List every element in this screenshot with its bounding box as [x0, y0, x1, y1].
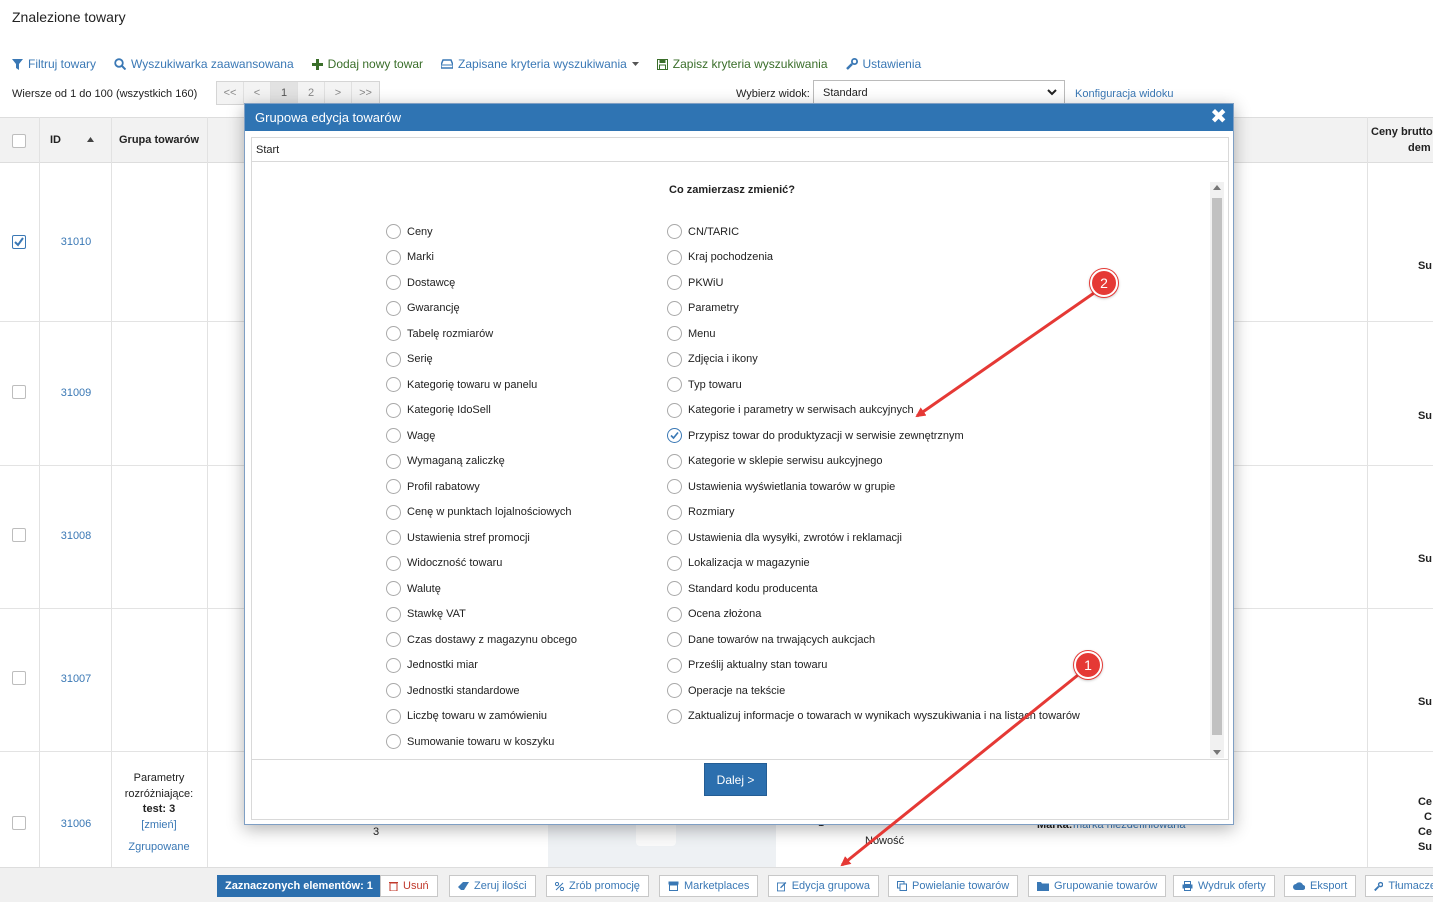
annotation-arrows — [840, 291, 1095, 867]
annotation-badge-2: 2 — [1090, 269, 1118, 297]
annotation-badge-1: 1 — [1074, 651, 1102, 679]
arrow-1 — [840, 673, 1079, 867]
arrow-2 — [915, 291, 1095, 418]
